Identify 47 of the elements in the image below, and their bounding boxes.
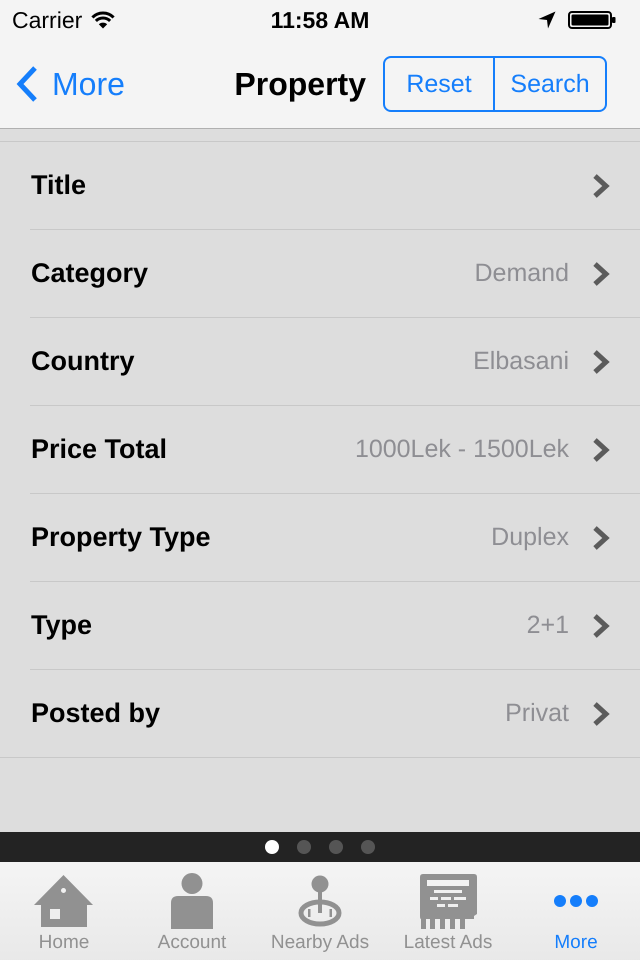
chevron-icon (592, 436, 610, 462)
nav-bar-button[interactable]: Search (495, 56, 607, 112)
row-value: 2+1 (526, 611, 569, 640)
wifi-icon (91, 11, 116, 29)
list-row[interactable]: Title (30, 142, 640, 230)
row-value: Elbasani (473, 347, 569, 376)
row-label: Title (31, 170, 86, 201)
row-label: Category (31, 258, 148, 289)
chevron-icon (592, 524, 610, 550)
back-chevron-icon (16, 66, 38, 102)
tab-bar-item[interactable]: More (512, 862, 640, 960)
list-row[interactable]: Posted by Privat (0, 670, 640, 758)
row-value: Demand (474, 259, 569, 288)
nav-bar-button[interactable]: Reset (383, 56, 495, 112)
battery-icon (568, 11, 616, 29)
list-row[interactable]: Country Elbasani (30, 318, 640, 406)
row-label: Type (31, 610, 92, 641)
person-icon (171, 873, 213, 929)
list-row[interactable]: Category Demand (30, 230, 640, 318)
chevron-icon (592, 260, 610, 286)
row-label: Country (31, 346, 134, 377)
tab-bar-item[interactable]: Home (0, 862, 128, 960)
row-value: Duplex (491, 523, 569, 552)
tab-bar-item[interactable]: Nearby Ads (256, 862, 384, 960)
newspaper-icon (420, 874, 476, 928)
list-row[interactable]: Property Type Duplex (30, 494, 640, 582)
status-time: 11:58 AM (270, 6, 370, 34)
carrier-name: Carrier (12, 6, 82, 34)
row-value: Privat (505, 699, 569, 728)
chevron-icon (592, 348, 610, 374)
page-title: Property (234, 66, 366, 102)
house-icon (34, 875, 94, 927)
row-label: Property Type (31, 522, 211, 553)
row-label: Posted by (31, 698, 160, 729)
tab-bar-item[interactable]: Latest Ads (384, 862, 512, 960)
chevron-icon (592, 700, 610, 726)
chevron-icon (592, 172, 610, 198)
list-row[interactable]: Type 2+1 (30, 582, 640, 670)
row-value: 1000Lek - 1500Lek (354, 435, 569, 464)
tab-bar-item[interactable]: Account (128, 862, 256, 960)
chevron-icon (592, 612, 610, 638)
location-arrow-icon (538, 11, 556, 29)
joystick-icon (298, 875, 342, 927)
back-button[interactable]: More (16, 66, 125, 102)
more-dots-icon (553, 894, 599, 908)
list-row[interactable]: Price Total 1000Lek - 1500Lek (30, 406, 640, 494)
row-label: Price Total (31, 434, 168, 465)
